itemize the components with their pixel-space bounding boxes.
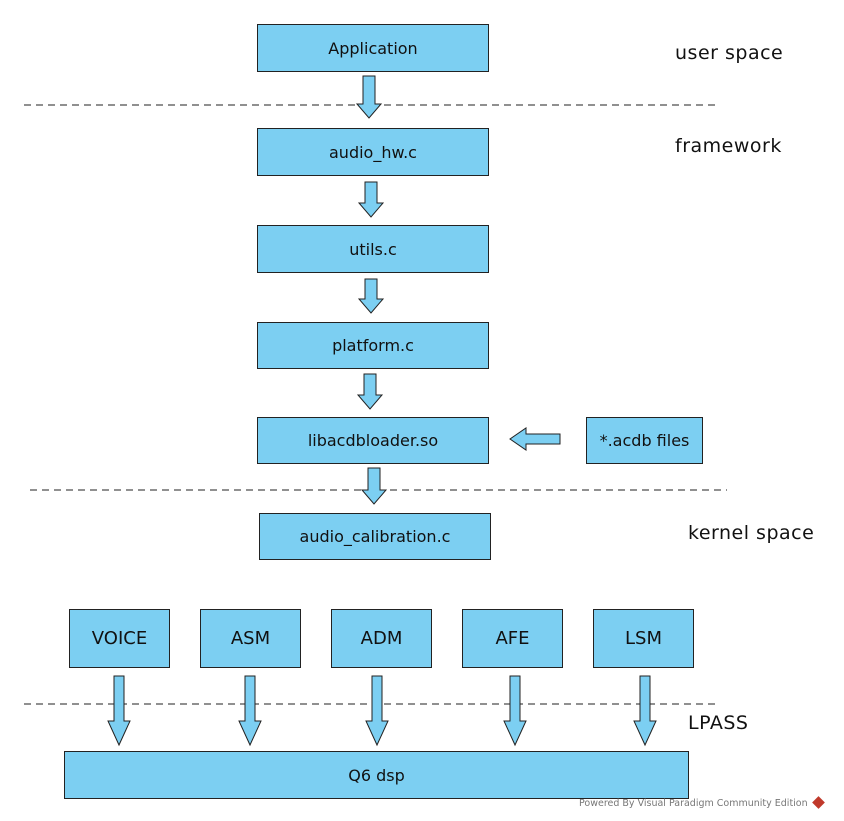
arrow-application-to-audio-hw [355,75,383,119]
voice-box: VOICE [69,609,170,668]
acdb-files-box: *.acdb files [586,417,703,464]
platform-box: platform.c [257,322,489,369]
q6dsp-box: Q6 dsp [64,751,689,799]
arrow-adm-to-q6dsp [365,675,389,747]
audio-calibration-box: audio_calibration.c [259,513,491,560]
arrow-asm-to-q6dsp [238,675,262,747]
audio-hw-box: audio_hw.c [257,128,489,176]
layer-label-lpass: LPASS [688,712,749,734]
layer-label-user-space: user space [675,42,784,64]
arrow-audio-hw-to-utils [357,181,385,218]
utils-box: utils.c [257,225,489,273]
afe-box: AFE [462,609,563,668]
arrow-platform-to-libacdbloader [356,373,384,410]
adm-box: ADM [331,609,432,668]
arrow-lsm-to-q6dsp [633,675,657,747]
watermark-text: Powered By Visual Paradigm Community Edi… [579,798,808,809]
arrow-voice-to-q6dsp [107,675,131,747]
asm-box: ASM [200,609,301,668]
arrow-utils-to-platform [357,278,385,314]
libacdbloader-box: libacdbloader.so [257,417,489,464]
watermark: Powered By Visual Paradigm Community Edi… [579,796,825,809]
connectors [24,75,727,747]
layer-label-framework: framework [675,135,782,157]
arrow-acdb-files-to-libacdbloader [509,427,561,451]
layer-label-kernel-space: kernel space [688,522,815,544]
arrow-libacdbloader-to-audio-calibration [360,467,388,505]
arrow-afe-to-q6dsp [503,675,527,747]
visual-paradigm-logo-icon [811,796,825,809]
application-box: Application [257,24,489,72]
lsm-box: LSM [593,609,694,668]
